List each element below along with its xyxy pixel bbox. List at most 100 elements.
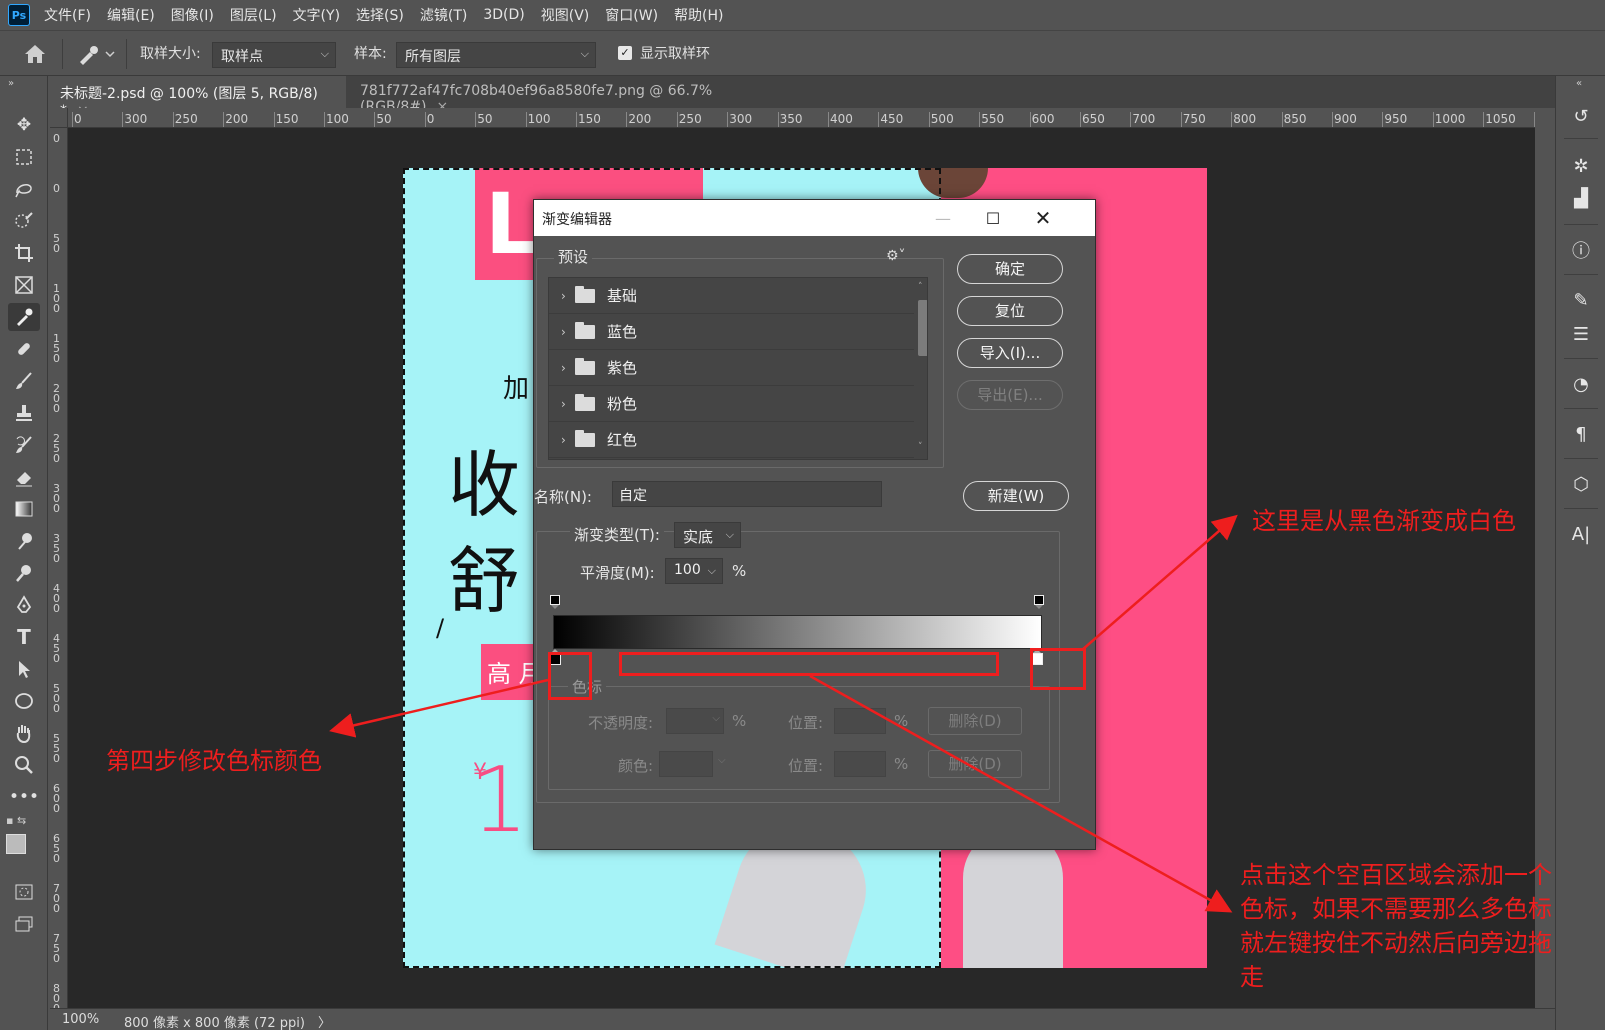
smoothness-select[interactable]: 100 ⌵: [665, 558, 723, 584]
zoom-tool-icon[interactable]: [8, 751, 40, 779]
preset-folder[interactable]: › 基础: [549, 278, 914, 314]
preset-folder[interactable]: › 蓝色: [549, 314, 914, 350]
minimize-button[interactable]: —: [918, 200, 968, 236]
type-tool-icon[interactable]: T: [8, 623, 40, 651]
character-panel-icon[interactable]: A|: [1567, 520, 1595, 548]
menu-file[interactable]: 文件(F): [44, 5, 91, 25]
gradient-type-select[interactable]: 实底 ⌵: [674, 522, 741, 548]
gear-icon[interactable]: ⚙˅: [886, 248, 906, 264]
sample-select[interactable]: 所有图层 ⌵: [396, 42, 596, 68]
screen-mode-icon[interactable]: [8, 910, 40, 938]
maximize-button[interactable]: ☐: [968, 200, 1018, 236]
path-select-tool-icon[interactable]: [8, 655, 40, 683]
name-input[interactable]: 自定: [612, 481, 882, 507]
quick-mask-icon[interactable]: [8, 878, 40, 906]
eyedropper-tool-icon[interactable]: [8, 303, 40, 331]
chevron-down-icon: ⌵: [580, 47, 589, 60]
chevron-down-icon[interactable]: ˅: [918, 442, 923, 452]
more-tools-icon[interactable]: •••: [8, 783, 40, 811]
scroll-thumb[interactable]: [918, 300, 927, 356]
paragraph-panel-icon[interactable]: ¶: [1567, 420, 1595, 448]
adjustments-panel-icon[interactable]: ☰: [1567, 320, 1595, 348]
brush-settings-icon[interactable]: ✎: [1567, 286, 1595, 314]
sample-size-select[interactable]: 取样点 ⌵: [212, 42, 336, 68]
gradient-tool-icon[interactable]: [8, 495, 40, 523]
swap-colors-icon[interactable]: ▪ ⇆: [6, 814, 42, 830]
histogram-panel-icon[interactable]: ▟: [1567, 184, 1595, 212]
home-icon[interactable]: [22, 42, 48, 66]
eyedropper-preset-icon[interactable]: [76, 42, 116, 66]
ruler-origin[interactable]: [50, 108, 68, 128]
import-button[interactable]: 导入(I)...: [957, 338, 1063, 368]
menu-select[interactable]: 选择(S): [356, 5, 404, 25]
styles-panel-icon[interactable]: ◔: [1567, 370, 1595, 398]
opacity-stop-left[interactable]: [550, 595, 560, 609]
color-label: 颜色:: [618, 757, 654, 775]
menu-layer[interactable]: 图层(L): [230, 5, 277, 25]
collapse-icon[interactable]: «: [1576, 78, 1582, 89]
preset-folder[interactable]: › 粉色: [549, 386, 914, 422]
ruler-tick-label: 300: [729, 112, 753, 126]
menu-filter[interactable]: 滤镜(T): [420, 5, 467, 25]
menu-image[interactable]: 图像(I): [171, 5, 214, 25]
ruler-tick: [223, 112, 225, 127]
history-brush-tool-icon[interactable]: [8, 431, 40, 459]
history-panel-icon[interactable]: ↺: [1567, 102, 1595, 130]
collapse-icon[interactable]: »: [8, 78, 14, 89]
menu-help[interactable]: 帮助(H): [674, 5, 723, 25]
opacity-stop-right[interactable]: [1034, 595, 1044, 609]
tab-png-document[interactable]: 781f772af47fc708b40ef96a8580fe7.png @ 66…: [350, 76, 770, 115]
info-panel-icon[interactable]: ⓘ: [1567, 236, 1595, 264]
opacity-location-input[interactable]: [834, 708, 886, 734]
ruler-tick-label: 650: [53, 832, 60, 865]
show-ring-checkbox[interactable]: ✓: [618, 46, 632, 60]
gradient-preview-bar[interactable]: [553, 615, 1042, 649]
menu-edit[interactable]: 编辑(E): [107, 5, 155, 25]
crop-tool-icon[interactable]: [8, 239, 40, 267]
reset-button[interactable]: 复位: [957, 296, 1063, 326]
healing-brush-tool-icon[interactable]: [8, 335, 40, 363]
move-tool-icon[interactable]: ✥: [8, 111, 40, 139]
ellipse-tool-icon[interactable]: [8, 687, 40, 715]
status-menu-arrow[interactable]: 〉: [318, 1012, 331, 1030]
menu-view[interactable]: 视图(V): [541, 5, 590, 25]
preset-folder[interactable]: › 红色: [549, 422, 914, 458]
new-button[interactable]: 新建(W): [963, 481, 1069, 511]
color-swatch[interactable]: [659, 751, 713, 777]
preset-folder[interactable]: › 紫色: [549, 350, 914, 386]
quick-select-tool-icon[interactable]: [8, 207, 40, 235]
color-location-input[interactable]: [834, 751, 886, 777]
ok-button[interactable]: 确定: [957, 254, 1063, 284]
stamp-tool-icon[interactable]: [8, 399, 40, 427]
marquee-tool-icon[interactable]: [8, 143, 40, 171]
presets-list[interactable]: › 基础 › 蓝色 › 紫色 › 粉色 › 红色 ˄ ˅: [548, 277, 928, 460]
menu-window[interactable]: 窗口(W): [605, 5, 658, 25]
delete-opacity-stop-button[interactable]: 删除(D): [928, 707, 1022, 735]
export-button[interactable]: 导出(E)...: [957, 380, 1063, 410]
foreground-color-swatch[interactable]: [6, 834, 26, 854]
chevron-down-icon: ⌵: [712, 713, 720, 724]
3d-panel-icon[interactable]: ⬡: [1567, 470, 1595, 498]
lasso-tool-icon[interactable]: [8, 175, 40, 203]
close-button[interactable]: ✕: [1018, 200, 1068, 236]
opacity-input[interactable]: ⌵: [666, 708, 724, 734]
photoshop-window: Ps 文件(F) 编辑(E) 图像(I) 图层(L) 文字(Y) 选择(S) 滤…: [0, 0, 1605, 1030]
navigator-panel-icon[interactable]: ✲: [1567, 152, 1595, 180]
zoom-level[interactable]: 100%: [62, 1012, 99, 1027]
menu-3d[interactable]: 3D(D): [483, 7, 524, 23]
ruler-tick-label: 50: [376, 112, 392, 126]
delete-color-stop-button[interactable]: 删除(D): [928, 750, 1022, 778]
tab-untitled-2[interactable]: 未标题-2.psd @ 100% (图层 5, RGB/8) *×: [50, 76, 346, 119]
pen-tool-icon[interactable]: [8, 591, 40, 619]
opacity-percent: %: [732, 712, 747, 730]
presets-scrollbar[interactable]: ˄ ˅: [916, 282, 927, 457]
eraser-tool-icon[interactable]: [8, 463, 40, 491]
chevron-up-icon[interactable]: ˄: [918, 282, 923, 292]
frame-tool-icon[interactable]: [8, 271, 40, 299]
brush-tool-icon[interactable]: [8, 367, 40, 395]
right-panel-strip: « ↺ ✲ ▟ ⓘ ✎ ☰ ◔ ¶ ⬡ A|: [1555, 76, 1605, 1030]
hand-tool-icon[interactable]: [8, 719, 40, 747]
dodge-tool-icon[interactable]: [8, 559, 40, 587]
smudge-tool-icon[interactable]: [8, 527, 40, 555]
menu-type[interactable]: 文字(Y): [293, 5, 340, 25]
